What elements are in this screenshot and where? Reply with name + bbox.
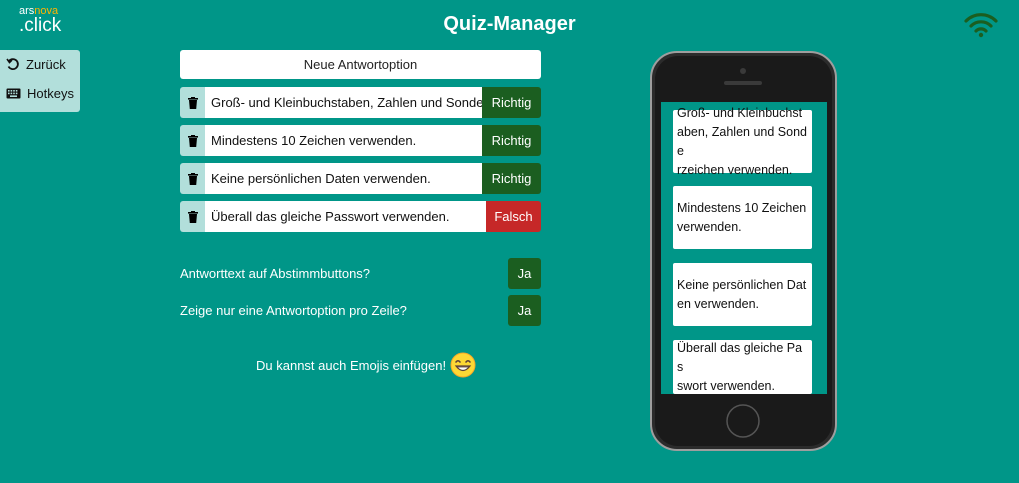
option-label-one-per-row: Zeige nur eine Antwortoption pro Zeile? [180,303,407,318]
answer-correct-toggle[interactable]: Richtig [482,87,541,118]
trash-icon [187,96,198,109]
answer-correct-toggle[interactable]: Richtig [482,163,541,194]
emoji-hint: Du kannst auch Emojis einfügen! [256,352,476,378]
answer-text-input[interactable]: Mindestens 10 Zeichen verwenden. [205,125,482,156]
trash-icon [187,210,198,223]
answer-row: Mindestens 10 Zeichen verwenden. Richtig [180,125,541,156]
sidebar-item-back[interactable]: Zurück [0,50,80,79]
preview-answer-card[interactable]: Mindestens 10 Zeichen verwenden. [673,186,812,249]
preview-card-line: rzeichen verwenden. [677,162,793,177]
trash-icon [187,172,198,185]
sidebar: Zurück Hotkeys [0,50,80,112]
sidebar-item-label: Hotkeys [27,86,74,101]
phone-preview-screen: Groß- und Kleinbuchst aben, Zahlen und S… [661,102,827,394]
answer-row: Groß- und Kleinbuchstaben, Zahlen und So… [180,87,541,118]
answer-correct-toggle[interactable]: Falsch [486,201,541,232]
keyboard-icon [6,88,21,99]
trash-icon [187,134,198,147]
answer-text-input[interactable]: Groß- und Kleinbuchstaben, Zahlen und So… [205,87,482,118]
sidebar-item-hotkeys[interactable]: Hotkeys [0,79,80,108]
answer-correct-toggle[interactable]: Richtig [482,125,541,156]
grinning-emoji-icon[interactable] [450,352,476,378]
answer-row: Überall das gleiche Passwort verwenden. … [180,201,541,232]
option-toggle-one-per-row[interactable]: Ja [508,295,541,326]
page-title: Quiz-Manager [443,13,576,35]
option-label-answer-text: Antworttext auf Abstimmbuttons? [180,266,371,281]
preview-answer-card[interactable]: Überall das gleiche Pas swort verwenden. [673,340,812,394]
delete-answer-button[interactable] [180,125,205,156]
preview-answer-card[interactable]: Keine persönlichen Dat en verwenden. [673,263,812,326]
sidebar-item-label: Zurück [26,57,66,72]
preview-card-line: verwenden. [677,219,742,234]
back-arrow-icon [6,57,19,70]
delete-answer-button[interactable] [180,163,205,194]
preview-card-line: Überall das gleiche Pas [677,340,803,374]
wifi-icon [964,13,998,38]
add-answer-option-button[interactable]: Neue Antwortoption [180,50,541,79]
answer-row: Keine persönlichen Daten verwenden. Rich… [180,163,541,194]
emoji-hint-text: Du kannst auch Emojis einfügen! [256,357,447,373]
preview-card-line: Mindestens 10 Zeichen [677,200,807,215]
preview-card-line: aben, Zahlen und Sonde [677,124,807,158]
answer-text-input[interactable]: Keine persönlichen Daten verwenden. [205,163,482,194]
preview-answer-card[interactable]: Groß- und Kleinbuchst aben, Zahlen und S… [673,106,812,177]
option-toggle-answer-text[interactable]: Ja [508,258,541,289]
preview-card-line: swort verwenden. [677,378,775,393]
preview-card-line: en verwenden. [677,296,760,311]
delete-answer-button[interactable] [180,87,205,118]
preview-card-line: Keine persönlichen Dat [677,277,807,292]
preview-card-line: Groß- und Kleinbuchst [677,105,803,120]
answer-text-input[interactable]: Überall das gleiche Passwort verwenden. [205,201,486,232]
delete-answer-button[interactable] [180,201,205,232]
